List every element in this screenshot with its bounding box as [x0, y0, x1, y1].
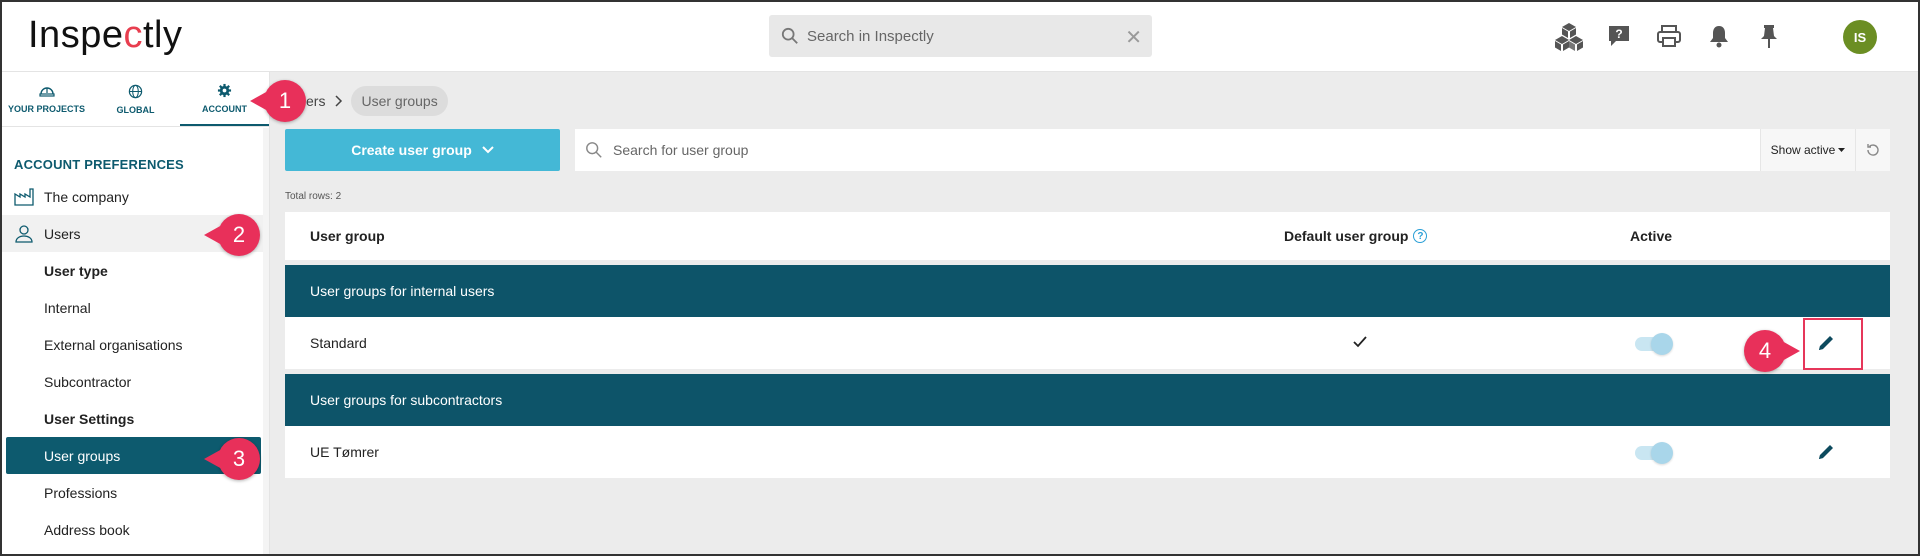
total-rows-count: Total rows: 2 — [285, 191, 342, 202]
column-header-active[interactable]: Active — [1630, 228, 1672, 244]
callout-1: 1 — [250, 80, 306, 122]
breadcrumb-user-groups: User groups — [351, 86, 448, 116]
chevron-down-icon — [482, 146, 494, 154]
check-icon — [1353, 336, 1367, 348]
active-toggle[interactable] — [1635, 333, 1673, 355]
search-icon — [586, 142, 602, 158]
help-chat-icon[interactable]: ? — [1594, 20, 1644, 52]
group-header-internal: User groups for internal users — [285, 265, 1890, 317]
sidebar-tabs: YOUR PROJECTS GLOBAL ACCOUNT — [2, 72, 269, 127]
sidebar: YOUR PROJECTS GLOBAL ACCOUNT ACCOUNT PRE… — [2, 72, 270, 556]
user-avatar[interactable]: IS — [1843, 20, 1877, 54]
help-icon[interactable]: ? — [1413, 229, 1428, 243]
column-header-default[interactable]: Default user group ? — [1284, 228, 1428, 244]
breadcrumb: ers User groups — [306, 86, 448, 116]
row-name: Standard — [310, 335, 367, 351]
user-icon — [15, 225, 33, 243]
user-group-search-input[interactable]: Search for user group — [575, 129, 1815, 171]
row-name: UE Tømrer — [310, 444, 379, 460]
chevron-right-icon — [335, 95, 343, 107]
sidebar-item-address-book[interactable]: Address book — [2, 511, 269, 548]
clear-search-icon[interactable]: ✕ — [1125, 25, 1142, 50]
sidebar-scrollbar[interactable] — [263, 128, 269, 556]
global-search-placeholder: Search in Inspectly — [807, 27, 934, 45]
search-icon — [781, 27, 798, 44]
main-content: ers User groups Create user group Search… — [270, 72, 1918, 554]
create-user-group-button[interactable]: Create user group — [285, 129, 560, 171]
tab-global[interactable]: GLOBAL — [91, 72, 180, 126]
top-header: Inspectly Search in Inspectly ✕ ? IS — [0, 0, 1920, 72]
breadcrumb-users[interactable]: ers — [306, 93, 335, 109]
sidebar-item-subcontractor[interactable]: Subcontractor — [2, 363, 269, 400]
globe-icon — [128, 84, 143, 98]
cubes-icon[interactable] — [1544, 20, 1594, 52]
undo-icon — [1867, 144, 1879, 156]
callout-4: 4 — [1744, 330, 1800, 372]
user-group-search-placeholder: Search for user group — [613, 142, 749, 158]
pencil-icon — [1819, 445, 1833, 459]
factory-icon — [14, 188, 34, 206]
app-logo[interactable]: Inspectly — [28, 14, 182, 57]
table-row[interactable]: UE Tømrer — [285, 426, 1890, 478]
print-icon[interactable] — [1644, 20, 1694, 52]
toggle-knob — [1651, 442, 1673, 464]
section-title-account-preferences: ACCOUNT PREFERENCES — [14, 157, 184, 172]
column-header-user-group[interactable]: User group — [310, 228, 385, 244]
hardhat-icon — [38, 87, 55, 97]
bell-icon[interactable] — [1694, 20, 1744, 52]
tab-your-projects-label: YOUR PROJECTS — [7, 104, 85, 114]
sidebar-item-internal[interactable]: Internal — [2, 289, 269, 326]
pin-icon[interactable] — [1744, 20, 1794, 52]
reset-filter-button[interactable] — [1855, 129, 1890, 171]
gear-icon — [217, 83, 232, 97]
svg-text:?: ? — [1615, 27, 1622, 41]
tab-global-label: GLOBAL — [116, 104, 155, 115]
sidebar-item-the-company[interactable]: The company — [2, 178, 269, 215]
tab-your-projects[interactable]: YOUR PROJECTS — [2, 72, 91, 126]
caret-down-icon — [1838, 147, 1846, 152]
user-groups-table: User group Default user group ? Active U… — [285, 212, 1890, 478]
active-toggle[interactable] — [1635, 442, 1673, 464]
table-row[interactable]: Standard — [285, 317, 1890, 370]
global-search-input[interactable]: Search in Inspectly ✕ — [769, 15, 1152, 57]
callout-2: 2 — [204, 214, 260, 256]
sidebar-item-user-type[interactable]: User type — [2, 252, 269, 289]
sidebar-item-professions[interactable]: Professions — [2, 474, 269, 511]
sidebar-item-external-organisations[interactable]: External organisations — [2, 326, 269, 363]
group-header-subcontractors: User groups for subcontractors — [285, 374, 1890, 426]
toggle-knob — [1651, 333, 1673, 355]
tab-account-label: ACCOUNT — [202, 103, 247, 114]
table-header: User group Default user group ? Active — [285, 212, 1890, 260]
edit-button-highlight — [1803, 318, 1863, 370]
show-active-dropdown[interactable]: Show active — [1760, 129, 1855, 171]
callout-3: 3 — [204, 438, 260, 480]
sidebar-item-user-settings[interactable]: User Settings — [2, 400, 269, 437]
edit-button[interactable] — [1812, 438, 1840, 466]
